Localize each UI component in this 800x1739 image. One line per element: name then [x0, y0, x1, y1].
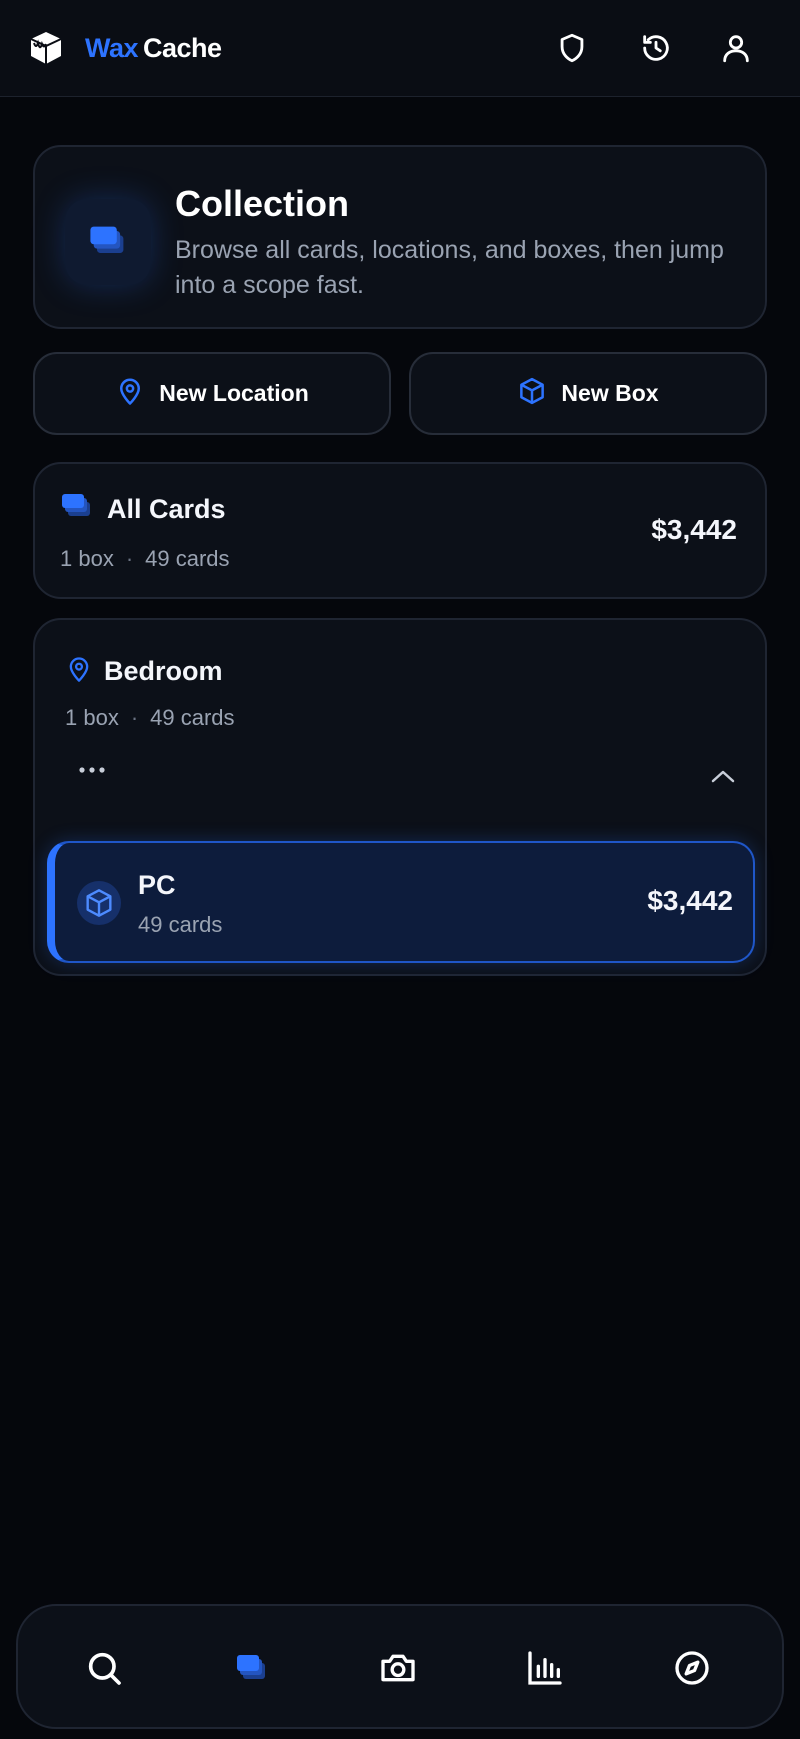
box-icon — [77, 881, 121, 925]
card-count: 49 cards — [145, 546, 230, 571]
all-cards-card[interactable]: All Cards 1 box · 49 cards $3,442 — [33, 462, 767, 599]
location-title[interactable]: Bedroom — [104, 656, 223, 687]
card-count: 49 cards — [150, 705, 235, 730]
brand-wax: Wax — [85, 33, 139, 63]
collection-hero-card: Collection Browse all cards, locations, … — [33, 145, 767, 329]
location-pin-icon — [115, 376, 145, 412]
location-meta: 1 box · 49 cards — [65, 705, 235, 731]
box-value: $3,442 — [647, 885, 733, 916]
separator-dot: · — [130, 705, 139, 730]
chevron-up-icon[interactable] — [709, 766, 737, 786]
brand-title: Wax Cache — [85, 30, 222, 66]
box-icon — [517, 376, 547, 412]
search-icon[interactable] — [80, 1644, 128, 1692]
cards-stack-icon — [65, 199, 151, 285]
bottom-navigation — [16, 1604, 784, 1729]
cards-icon[interactable] — [227, 1644, 275, 1692]
new-location-button[interactable]: New Location — [33, 352, 391, 435]
app-screen: Wax Cache Collection Browse all cards, l… — [0, 0, 800, 1739]
app-header: Wax Cache — [0, 0, 800, 97]
user-icon[interactable] — [716, 28, 756, 68]
more-options-icon[interactable] — [77, 760, 107, 780]
page-description: Browse all cards, locations, and boxes, … — [175, 236, 724, 299]
box-count: 1 box — [65, 705, 119, 730]
all-cards-meta: 1 box · 49 cards — [60, 546, 230, 572]
separator-dot: · — [125, 546, 134, 571]
location-pin-icon — [65, 655, 93, 683]
box-row-pc[interactable]: PC 49 cards $3,442 — [47, 841, 755, 963]
shield-icon[interactable] — [552, 28, 592, 68]
page-title: Collection — [175, 183, 350, 224]
box-count: 1 box — [60, 546, 114, 571]
explore-icon[interactable] — [668, 1644, 716, 1692]
all-cards-title: All Cards — [107, 494, 226, 524]
cards-stack-icon — [60, 492, 94, 527]
box-title: PC — [138, 870, 176, 900]
wax-cache-logo-icon[interactable] — [28, 30, 64, 66]
box-card-count: 49 cards — [138, 912, 223, 937]
all-cards-value: $3,442 — [651, 514, 737, 545]
brand-cache: Cache — [143, 33, 222, 63]
new-box-label: New Box — [561, 380, 659, 406]
stats-icon[interactable] — [521, 1644, 569, 1692]
new-box-button[interactable]: New Box — [409, 352, 767, 435]
location-card: Bedroom 1 box · 49 cards PC 49 cards $3,… — [33, 618, 767, 976]
history-icon[interactable] — [636, 28, 676, 68]
camera-icon[interactable] — [374, 1644, 422, 1692]
new-location-label: New Location — [159, 380, 309, 406]
